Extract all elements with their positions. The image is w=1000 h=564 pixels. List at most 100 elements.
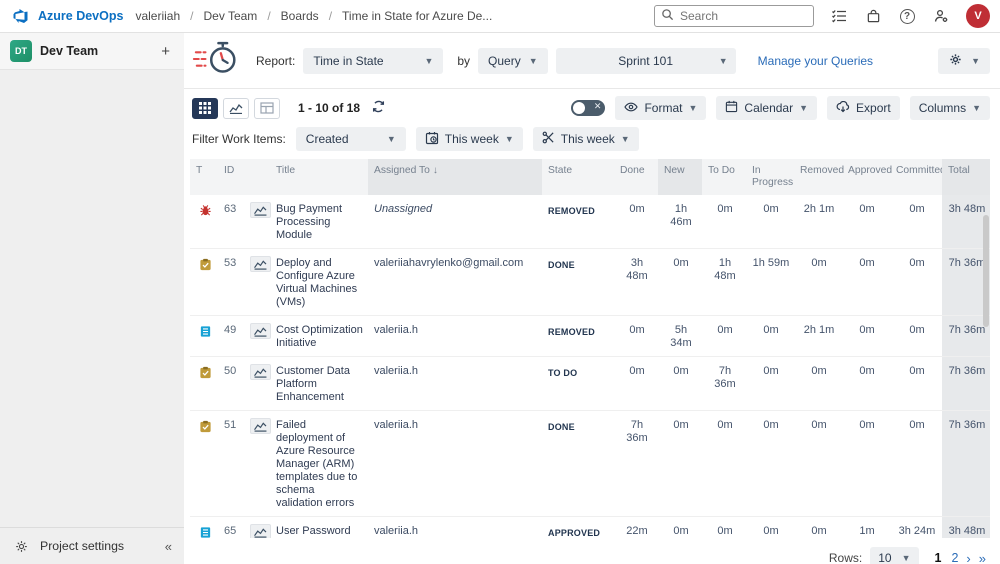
assigned-to: valeriiahavrylenko@gmail.com	[368, 249, 542, 315]
table-row[interactable]: 49Cost Optimization Initiativevaleriia.h…	[190, 316, 990, 357]
column-header[interactable]: In Progress	[746, 159, 794, 195]
column-header[interactable]: To Do	[702, 159, 746, 195]
time-value: 0m	[842, 357, 890, 410]
chevron-down-icon: ▼	[387, 134, 396, 144]
work-item-title[interactable]: Failed deployment of Azure Resource Mana…	[270, 411, 368, 516]
settings-menu-button[interactable]: ▼	[938, 48, 990, 74]
assigned-to: Unassigned	[368, 195, 542, 248]
time-value: 0m	[702, 517, 746, 538]
column-header[interactable]: Committed	[890, 159, 942, 195]
user-avatar[interactable]: V	[966, 4, 990, 28]
team-name: Dev Team	[40, 44, 149, 58]
mode-select[interactable]: Query▼	[478, 48, 548, 74]
column-header[interactable]	[244, 159, 270, 195]
page-button[interactable]: 1	[935, 551, 942, 564]
table-row[interactable]: 53Deploy and Configure Azure Virtual Mac…	[190, 249, 990, 316]
sidebar-item-overview[interactable]: Overview	[0, 72, 184, 527]
week-filter-2[interactable]: This week▼	[533, 127, 639, 151]
created-filter-select[interactable]: Created▼	[296, 127, 406, 151]
chevron-down-icon: ▼	[902, 553, 911, 563]
breadcrumb-item[interactable]: Boards	[281, 9, 319, 23]
page-button[interactable]: 2	[951, 551, 958, 564]
calendar-icon	[725, 100, 738, 116]
column-header[interactable]: Total	[942, 159, 990, 195]
product-name[interactable]: Azure DevOps	[38, 9, 123, 23]
column-header[interactable]: T	[190, 159, 218, 195]
breadcrumb: valeriiah/Dev Team/Boards/Time in State …	[135, 9, 492, 23]
work-item-title[interactable]: User Password Reset Functionality	[270, 517, 368, 538]
top-bar: Azure DevOps valeriiah/Dev Team/Boards/T…	[0, 0, 1000, 32]
table-row[interactable]: 51Failed deployment of Azure Resource Ma…	[190, 411, 990, 517]
vertical-scrollbar[interactable]	[982, 197, 990, 537]
export-button[interactable]: Export	[827, 96, 900, 120]
report-select[interactable]: Time in State▼	[303, 48, 443, 74]
sparkline-button[interactable]	[250, 418, 271, 434]
column-header[interactable]: ID	[218, 159, 244, 195]
azure-devops-logo-icon[interactable]	[12, 8, 30, 24]
breadcrumb-item[interactable]: Time in State for Azure De...	[342, 9, 492, 23]
assigned-to: valeriia.h	[368, 411, 542, 516]
column-header[interactable]: Approved	[842, 159, 890, 195]
sort-descending-icon: ↓	[433, 165, 438, 176]
column-header[interactable]: Removed	[794, 159, 842, 195]
time-value: 0m	[890, 411, 942, 516]
collapse-sidebar-icon[interactable]: «	[165, 539, 172, 554]
marketplace-bag-icon[interactable]	[864, 7, 882, 25]
grid-view-button[interactable]	[192, 98, 218, 119]
sparkline-button[interactable]	[250, 364, 271, 380]
sparkline-button[interactable]	[250, 524, 271, 538]
help-icon[interactable]: ?	[898, 7, 916, 25]
time-value: 0m	[702, 195, 746, 248]
time-value: 0m	[614, 195, 658, 248]
calendar-button[interactable]: Calendar▼	[716, 96, 817, 120]
breadcrumb-item[interactable]: valeriiah	[135, 9, 180, 23]
column-header[interactable]: New	[658, 159, 702, 195]
sparkline-button[interactable]	[250, 202, 271, 218]
rows-per-page-select[interactable]: 10▼	[870, 547, 918, 564]
chart-view-button[interactable]	[223, 98, 249, 119]
breadcrumb-item[interactable]: Dev Team	[204, 9, 258, 23]
work-item-title[interactable]: Customer Data Platform Enhancement	[270, 357, 368, 410]
last-page-icon[interactable]: »	[979, 551, 986, 564]
user-settings-icon[interactable]	[932, 7, 950, 25]
scrollbar-thumb[interactable]	[983, 215, 989, 327]
time-value: 0m	[658, 249, 702, 315]
manage-queries-link[interactable]: Manage your Queries	[758, 54, 873, 68]
pbi-icon	[190, 316, 218, 356]
table-row[interactable]: 50Customer Data Platform Enhancementvale…	[190, 357, 990, 411]
work-item-title[interactable]: Cost Optimization Initiative	[270, 316, 368, 356]
refresh-icon[interactable]	[372, 100, 385, 116]
column-header[interactable]: Done	[614, 159, 658, 195]
search-box[interactable]	[654, 5, 814, 27]
table-row[interactable]: 65User Password Reset Functionalityvaler…	[190, 517, 990, 538]
checklist-icon[interactable]	[830, 7, 848, 25]
work-item-title[interactable]: Deploy and Configure Azure Virtual Machi…	[270, 249, 368, 315]
column-header[interactable]: Title	[270, 159, 368, 195]
column-header[interactable]: State	[542, 159, 614, 195]
chevron-down-icon: ▼	[972, 103, 981, 113]
format-button[interactable]: Format▼	[615, 96, 706, 120]
search-input[interactable]	[680, 9, 790, 23]
week-filter-1[interactable]: This week▼	[416, 127, 523, 151]
toolbar: 1 - 10 of 18 ✕ Format▼ Calendar▼ Export	[184, 89, 1000, 124]
time-value: 0m	[658, 411, 702, 516]
work-item-title[interactable]: Bug Payment Processing Module	[270, 195, 368, 248]
columns-button[interactable]: Columns▼	[910, 96, 990, 120]
chevron-down-icon: ▼	[971, 56, 980, 66]
time-value: 0m	[842, 411, 890, 516]
by-label: by	[457, 54, 470, 68]
table-row[interactable]: 63Bug Payment Processing ModuleUnassigne…	[190, 195, 990, 249]
project-settings[interactable]: Project settings «	[0, 527, 184, 564]
chevron-down-icon: ▼	[621, 134, 630, 144]
column-header[interactable]: Assigned To↓	[368, 159, 542, 195]
sparkline-button[interactable]	[250, 323, 271, 339]
sparkline-button[interactable]	[250, 256, 271, 272]
time-value: 0m	[746, 316, 794, 356]
assigned-to: valeriia.h	[368, 517, 542, 538]
team-header[interactable]: DT Dev Team +	[0, 33, 184, 70]
add-project-button[interactable]: +	[157, 43, 174, 60]
query-select[interactable]: Sprint 101▼	[556, 48, 736, 74]
table-view-button[interactable]	[254, 98, 280, 119]
next-page-icon[interactable]: ›	[966, 551, 970, 564]
highlight-toggle[interactable]: ✕	[571, 100, 605, 116]
